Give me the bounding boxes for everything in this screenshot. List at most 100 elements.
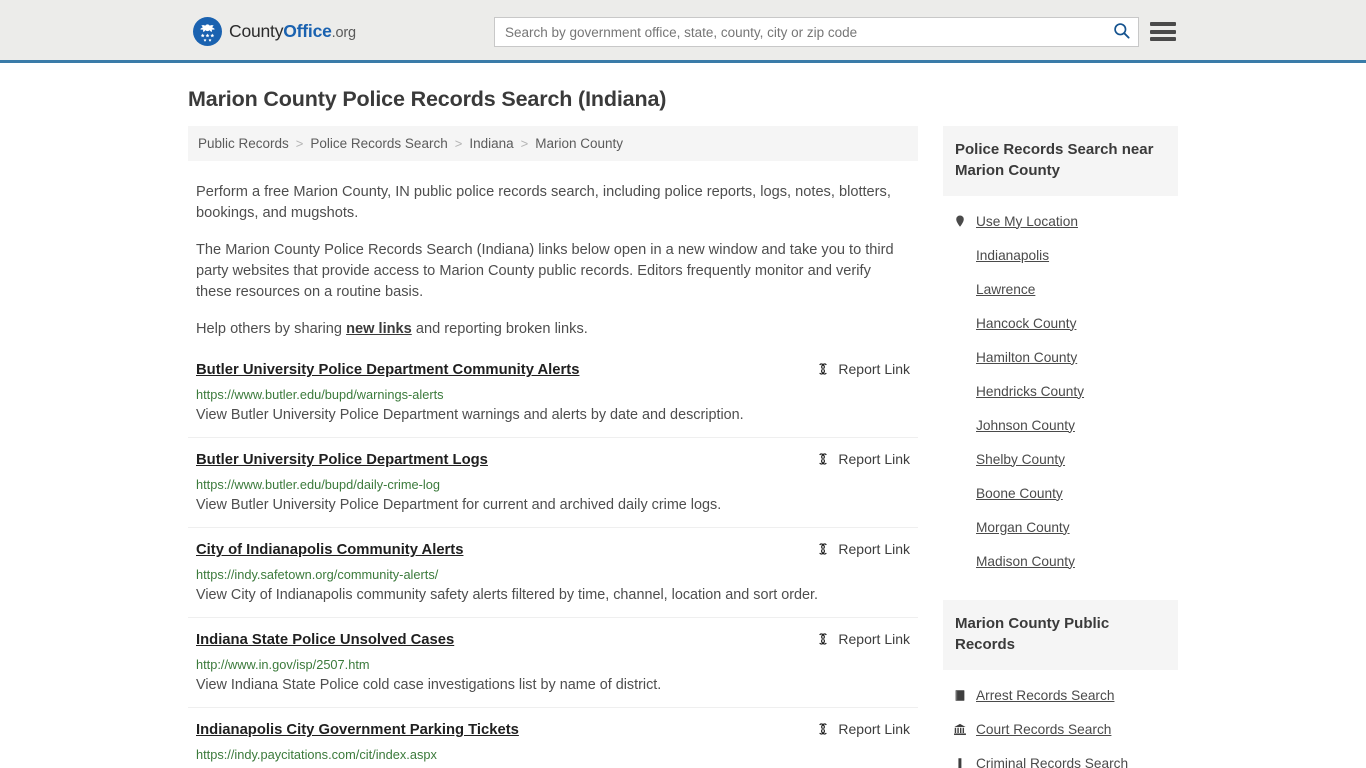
search-button[interactable] [1104, 18, 1138, 46]
no-icon [953, 349, 967, 365]
sidebar-panel-nearby: Police Records Search near Marion County… [943, 126, 1178, 578]
search-icon [1112, 21, 1131, 43]
result-url: http://www.in.gov/isp/2507.htm [196, 657, 370, 672]
result-header: Butler University Police Department Logs… [196, 450, 910, 470]
result-item: City of Indianapolis Community Alerts Rep… [188, 540, 918, 618]
result-item: Indiana State Police Unsolved Cases Repor… [188, 630, 918, 708]
result-title-link[interactable]: Butler University Police Department Logs [196, 450, 488, 470]
page-body: Marion County Police Records Search (Ind… [0, 63, 1366, 768]
report-link-label: Report Link [838, 541, 910, 557]
site-logo-link[interactable]: CountyOffice.org [193, 17, 356, 46]
sidebar-link-label[interactable]: Madison County [976, 554, 1075, 569]
sidebar-link-label[interactable]: Boone County [976, 486, 1063, 501]
no-icon [953, 247, 967, 263]
breadcrumb-item-marion-county[interactable]: Marion County [535, 136, 623, 151]
sidebar-panel-public-records: Marion County Public Records Arrest Reco… [943, 600, 1178, 768]
no-icon [953, 451, 967, 467]
report-link-label: Report Link [838, 631, 910, 647]
sidebar-link-row[interactable]: Boone County [953, 476, 1176, 510]
sidebar-link-row[interactable]: Indianapolis [953, 238, 1176, 272]
no-icon [953, 383, 967, 399]
breadcrumb-separator: > [454, 136, 463, 151]
no-icon [953, 417, 967, 433]
result-description: View Indiana State Police cold case inve… [196, 677, 662, 693]
brand-county-text: County [229, 21, 284, 41]
map-pin-icon [953, 213, 967, 229]
sidebar-link-row[interactable]: Use My Location [953, 204, 1176, 238]
hamburger-menu-icon[interactable] [1150, 19, 1176, 44]
report-link-button[interactable]: Report Link [815, 450, 910, 467]
sidebar-link-label[interactable]: Shelby County [976, 452, 1065, 467]
sidebar-link-row[interactable]: Lawrence [953, 272, 1176, 306]
result-url: https://www.butler.edu/bupd/daily-crime-… [196, 477, 440, 492]
no-icon [953, 315, 967, 331]
breadcrumb-separator: > [295, 136, 304, 151]
result-title-link[interactable]: Indianapolis City Government Parking Tic… [196, 720, 519, 740]
broken-link-icon [815, 361, 831, 377]
sidebar-link-label[interactable]: Indianapolis [976, 248, 1049, 263]
search-input[interactable] [495, 18, 1104, 46]
intro-p3-before: Help others by sharing [196, 321, 347, 337]
page-title: Marion County Police Records Search (Ind… [188, 87, 667, 111]
new-links-link[interactable]: new links [346, 321, 412, 337]
brand-office-text: Office [283, 21, 332, 41]
result-item: Indianapolis City Government Parking Tic… [188, 720, 918, 768]
breadcrumb: Public Records > Police Records Search >… [188, 126, 918, 161]
site-header: CountyOffice.org [0, 0, 1366, 63]
sidebar-link-label[interactable]: Hendricks County [976, 384, 1084, 399]
sidebar-public-records-links: Arrest Records Search Court Records Searc… [943, 670, 1178, 768]
sidebar-link-label[interactable]: Court Records Search [976, 722, 1111, 737]
sidebar-link-label[interactable]: Hamilton County [976, 350, 1077, 365]
result-url: https://indy.safetown.org/community-aler… [196, 567, 439, 582]
report-link-label: Report Link [838, 361, 910, 377]
result-url: https://www.butler.edu/bupd/warnings-ale… [196, 387, 444, 402]
sidebar-link-row[interactable]: Madison County [953, 544, 1176, 578]
sidebar-link-row[interactable]: Morgan County [953, 510, 1176, 544]
sidebar-link-label[interactable]: Hancock County [976, 316, 1076, 331]
sidebar-link-row[interactable]: Court Records Search [953, 712, 1176, 746]
result-header: Indianapolis City Government Parking Tic… [196, 720, 910, 740]
breadcrumb-item-indiana[interactable]: Indiana [469, 136, 513, 151]
sidebar-nearby-heading: Police Records Search near Marion County [943, 126, 1178, 196]
sidebar-link-label[interactable]: Criminal Records Search [976, 756, 1128, 768]
report-link-button[interactable]: Report Link [815, 720, 910, 737]
no-icon [953, 281, 967, 297]
sidebar-link-row[interactable]: Arrest Records Search [953, 678, 1176, 712]
content-container: Marion County Police Records Search (Ind… [188, 63, 1178, 768]
sidebar-link-row[interactable]: Hendricks County [953, 374, 1176, 408]
report-link-button[interactable]: Report Link [815, 540, 910, 557]
hamburger-bar [1150, 22, 1176, 26]
sidebar-link-label[interactable]: Morgan County [976, 520, 1070, 535]
sidebar-link-row[interactable]: Hancock County [953, 306, 1176, 340]
result-item: Butler University Police Department Logs… [188, 450, 918, 528]
result-description: View Butler University Police Department… [196, 407, 744, 423]
sidebar-link-row[interactable]: Hamilton County [953, 340, 1176, 374]
no-icon [953, 553, 967, 569]
report-link-button[interactable]: Report Link [815, 630, 910, 647]
intro-p3-after: and reporting broken links. [411, 321, 588, 337]
result-title-link[interactable]: Butler University Police Department Comm… [196, 360, 579, 380]
result-header: Indiana State Police Unsolved Cases Repor… [196, 630, 910, 650]
broken-link-icon [815, 631, 831, 647]
sidebar-link-label[interactable]: Use My Location [976, 214, 1078, 229]
sidebar-link-row[interactable]: Shelby County [953, 442, 1176, 476]
result-header: Butler University Police Department Comm… [196, 360, 910, 380]
result-title-link[interactable]: Indiana State Police Unsolved Cases [196, 630, 454, 650]
sidebar-link-label[interactable]: Lawrence [976, 282, 1035, 297]
breadcrumb-item-public-records[interactable]: Public Records [198, 136, 289, 151]
result-description: View Butler University Police Department… [196, 497, 722, 513]
breadcrumb-item-police-records-search[interactable]: Police Records Search [310, 136, 447, 151]
result-title-link[interactable]: City of Indianapolis Community Alerts [196, 540, 463, 560]
sidebar-link-row[interactable]: Johnson County [953, 408, 1176, 442]
results-list: Butler University Police Department Comm… [188, 360, 918, 768]
main-column: Public Records > Police Records Search >… [188, 126, 918, 768]
search-bar[interactable] [494, 17, 1139, 47]
sidebar: Police Records Search near Marion County… [943, 126, 1178, 768]
no-icon [953, 485, 967, 501]
result-item: Butler University Police Department Comm… [188, 360, 918, 438]
sidebar-link-label[interactable]: Johnson County [976, 418, 1075, 433]
sidebar-link-row[interactable]: Criminal Records Search [953, 746, 1176, 768]
sidebar-nearby-links: Use My Location Indianapolis Lawrence Hanco… [943, 196, 1178, 578]
sidebar-link-label[interactable]: Arrest Records Search [976, 688, 1114, 703]
report-link-button[interactable]: Report Link [815, 360, 910, 377]
